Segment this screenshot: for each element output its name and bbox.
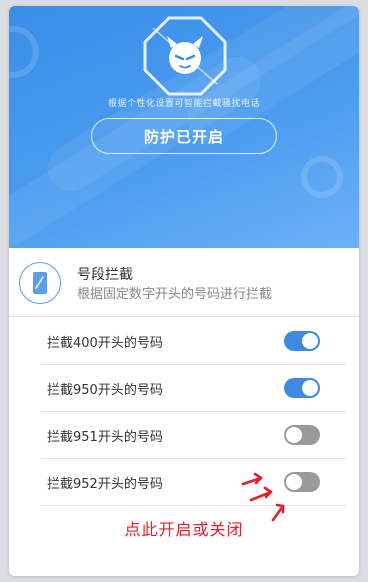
toggle-knob <box>286 427 302 443</box>
number-prefix-section-header: 号段拦截 根据固定数字开头的号码进行拦截 <box>9 256 359 316</box>
section-description: 根据固定数字开头的号码进行拦截 <box>77 287 273 302</box>
list-item: 拦截950开头的号码 <box>9 365 359 411</box>
divider <box>41 505 347 506</box>
section-title: 号段拦截 <box>77 267 133 283</box>
phone-icon <box>19 262 61 304</box>
list-item: 拦截952开头的号码 <box>9 459 359 505</box>
toggle-knob <box>302 333 318 349</box>
protection-header: 根据个性化设置可智能拦截骚扰电话 防护已开启 <box>9 6 359 248</box>
toggle-switch[interactable] <box>284 378 320 398</box>
divider <box>9 316 359 317</box>
shield-mascot-icon <box>141 16 229 96</box>
list-item: 拦截400开头的号码 <box>9 318 359 364</box>
decor-ring <box>301 156 343 198</box>
list-item: 拦截951开头的号码 <box>9 412 359 458</box>
row-label: 拦截952开头的号码 <box>47 477 163 492</box>
row-label: 拦截951开头的号码 <box>47 430 163 445</box>
settings-card: 根据个性化设置可智能拦截骚扰电话 防护已开启 号段拦截 根据固定数字开头的号码进… <box>9 6 359 576</box>
hero-subtitle: 根据个性化设置可智能拦截骚扰电话 <box>107 99 260 109</box>
annotation-hint: 点此开启或关闭 <box>124 520 244 539</box>
toggle-switch[interactable] <box>284 425 320 445</box>
toggle-switch[interactable] <box>284 331 320 351</box>
toggle-knob <box>302 380 318 396</box>
protection-status-button[interactable]: 防护已开启 <box>91 118 277 154</box>
decor-ring <box>9 26 39 78</box>
row-label: 拦截950开头的号码 <box>47 383 163 398</box>
row-label: 拦截400开头的号码 <box>47 336 163 351</box>
